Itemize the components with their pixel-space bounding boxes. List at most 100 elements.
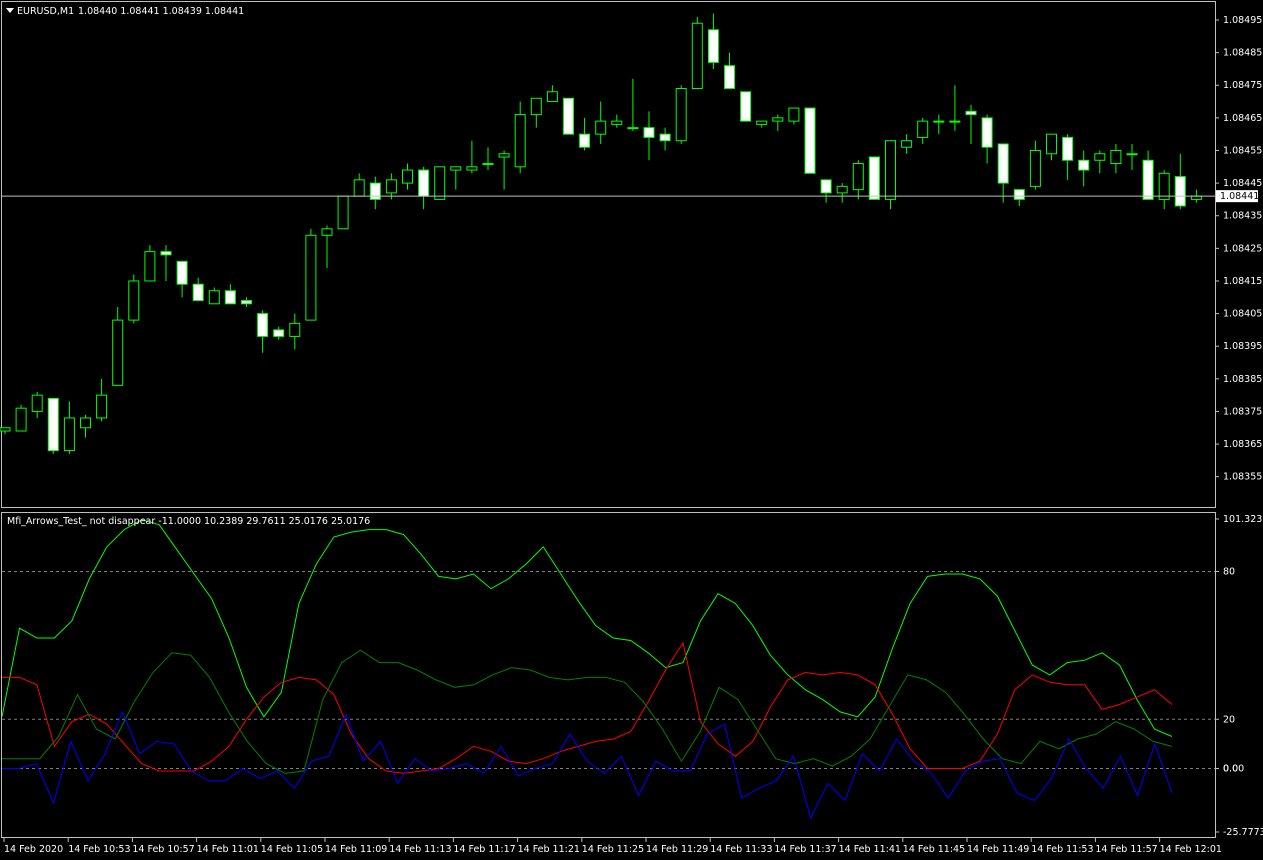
price-axis: 1.08495 1.08485 1.08475 1.08465 1.08455 1.084… <box>1215 15 1262 483</box>
price-tick-label: 1.08455 <box>1223 145 1262 156</box>
candle <box>885 140 896 210</box>
candle-body <box>933 120 945 123</box>
candle-body <box>917 120 929 138</box>
candle <box>305 228 317 321</box>
time-tick-label: 14 Feb 11:37 <box>774 844 836 855</box>
candle-body <box>289 322 301 337</box>
candle <box>675 85 687 144</box>
candle-body <box>514 114 526 168</box>
candle-body <box>530 97 542 116</box>
candle <box>740 91 752 122</box>
time-tick-label: 14 Feb 11:45 <box>903 844 965 855</box>
price-tick-label: 1.08375 <box>1223 406 1262 417</box>
price-tick-label: 1.08435 <box>1223 211 1262 222</box>
time-tick-label: 14 Feb 10:57 <box>132 844 194 855</box>
candle-body <box>595 120 607 135</box>
indicator-tick-label: 101.3236 <box>1223 514 1263 525</box>
candle-body <box>691 22 703 90</box>
candle-body <box>885 140 896 200</box>
candle-body <box>112 319 124 386</box>
time-tick-label: 14 Feb 11:17 <box>453 844 515 855</box>
candle-body <box>63 417 75 452</box>
candle-body <box>80 417 91 429</box>
candle-body <box>369 182 381 200</box>
candle-body <box>273 329 285 337</box>
candle-body <box>0 427 11 432</box>
candle <box>15 404 27 432</box>
candle-body <box>47 397 59 452</box>
candle <box>563 97 574 135</box>
candle-body <box>15 407 27 432</box>
candle <box>691 16 703 90</box>
price-tick-label: 1.08445 <box>1223 178 1262 189</box>
price-tick-label: 1.08475 <box>1223 80 1262 91</box>
candle-body <box>1046 133 1057 155</box>
candle-body <box>353 179 365 197</box>
candle-body <box>997 143 1009 184</box>
candle-body <box>788 107 800 122</box>
candle-body <box>337 195 349 230</box>
candle-body <box>96 394 108 419</box>
candle-body <box>965 110 977 116</box>
candle-body <box>321 228 333 236</box>
price-tick-label: 1.08395 <box>1223 341 1262 352</box>
time-tick-label: 14 Feb 2020 <box>4 844 63 855</box>
candle-body <box>659 133 671 142</box>
candle-body <box>241 300 252 305</box>
candle-body <box>1126 153 1138 156</box>
candle-body <box>160 251 172 256</box>
candle-body <box>305 234 317 321</box>
candle-body <box>128 280 140 321</box>
candle-body <box>836 185 848 194</box>
candle-body <box>402 169 413 184</box>
time-tick-label: 14 Feb 11:33 <box>710 844 772 855</box>
time-tick-label: 14 Feb 11:25 <box>582 844 644 855</box>
price-tick-label: 1.08405 <box>1223 309 1262 320</box>
candle-body <box>385 179 397 194</box>
time-tick-label: 14 Feb 11:29 <box>646 844 708 855</box>
price-tick-label: 1.08485 <box>1223 48 1262 59</box>
indicator-tick-label: 0.00 <box>1223 764 1244 775</box>
candle-body <box>627 127 639 130</box>
candle-body <box>611 120 623 125</box>
indicator-title: Mfi_Arrows_Test_ not disappear -11.0000 … <box>7 516 370 527</box>
candle <box>128 274 140 324</box>
candle-body <box>868 156 880 200</box>
candle-body <box>949 120 961 123</box>
candle-body <box>434 166 446 200</box>
time-tick-label: 14 Feb 11:13 <box>389 844 451 855</box>
time-tick-label: 14 Feb 11:53 <box>1031 844 1093 855</box>
time-tick-label: 14 Feb 12:01 <box>1160 844 1222 855</box>
candle-body <box>546 91 558 103</box>
candle-body <box>852 163 864 191</box>
trading-chart[interactable]: 1.08495 1.08485 1.08475 1.08465 1.08455 1.084… <box>0 0 1263 860</box>
price-tick-label: 1.08495 <box>1223 15 1262 26</box>
current-price-label: 1.08441 <box>1220 191 1259 202</box>
candle-body <box>804 107 816 174</box>
price-tick-label: 1.08385 <box>1223 374 1262 385</box>
candle <box>868 156 880 200</box>
candle-body <box>176 260 188 285</box>
time-tick-label: 14 Feb 11:01 <box>197 844 259 855</box>
candle-body <box>1029 149 1041 187</box>
time-tick-label: 14 Feb 11:09 <box>325 844 387 855</box>
candle-body <box>498 153 510 158</box>
indicator-tick-label: 80 <box>1223 567 1235 578</box>
symbol-title: EURUSD,M1 <box>17 6 74 17</box>
candle-body <box>418 169 430 197</box>
time-tick-label: 14 Feb 11:57 <box>1095 844 1157 855</box>
candle-body <box>1078 159 1090 171</box>
indicator-tick-label: 20 <box>1223 714 1235 725</box>
ohlc-header: 1.08440 1.08441 1.08439 1.08441 <box>78 6 244 17</box>
candle-body <box>707 29 719 63</box>
candle-body <box>579 133 591 148</box>
price-tick-label: 1.08465 <box>1223 113 1262 124</box>
time-tick-label: 14 Feb 11:05 <box>261 844 323 855</box>
candle-body <box>820 179 832 194</box>
candle-body <box>1110 149 1122 165</box>
candle-body <box>1094 153 1106 161</box>
candle-body <box>981 117 993 148</box>
candle-body <box>224 290 236 305</box>
candle-body <box>208 290 220 305</box>
price-tick-label: 1.08365 <box>1223 439 1262 450</box>
